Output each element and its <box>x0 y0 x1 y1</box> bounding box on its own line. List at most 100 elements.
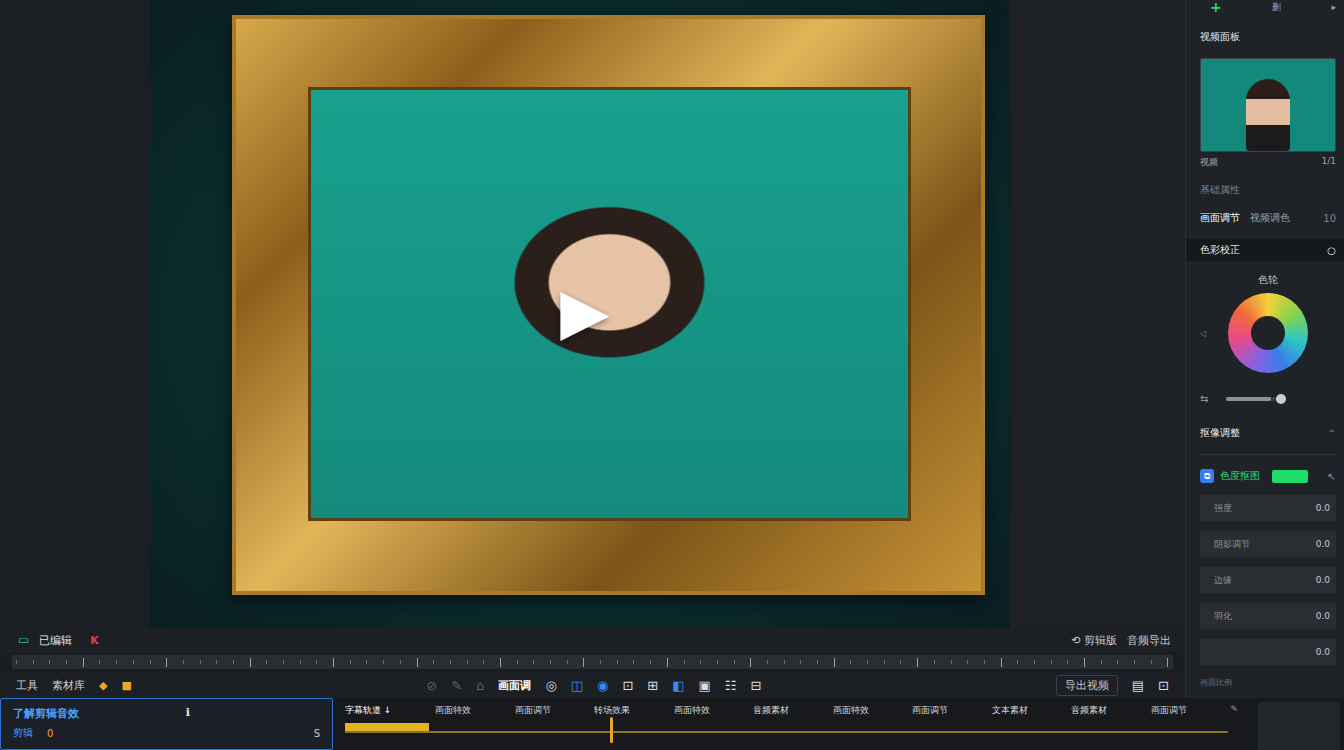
clip-label[interactable]: 画面特效 <box>833 704 869 717</box>
toolbar-tab[interactable]: 工具 <box>16 678 38 693</box>
video-preview[interactable]: ▶ <box>150 0 1010 628</box>
tool-icon[interactable]: ☷ <box>725 678 737 693</box>
collapse-icon[interactable]: ⌃ <box>1328 428 1336 439</box>
adjust-tab[interactable]: 画面调 <box>498 678 531 693</box>
status-item[interactable]: ⟲ 剪辑版 <box>1071 633 1117 648</box>
track-info-panel[interactable]: 了解剪辑音效ℹ剪辑0S <box>0 698 333 750</box>
tool-icon[interactable]: ◆ <box>99 679 107 692</box>
tool-icon[interactable]: ▤ <box>1132 678 1144 693</box>
tool-icon[interactable]: ⊡ <box>1158 678 1169 693</box>
value-field[interactable]: 阴影调节0.0 <box>1200 531 1336 557</box>
ruler-tick <box>567 660 568 664</box>
ruler-tick <box>583 658 584 667</box>
chroma-section-header[interactable]: 抠像调整⌃ <box>1186 422 1344 444</box>
tool-icon[interactable]: ✎ <box>451 678 462 693</box>
ruler-tick <box>333 658 334 667</box>
tool-icon[interactable]: ▣ <box>698 678 710 693</box>
info-icon[interactable]: ℹ <box>186 706 190 721</box>
chroma-key-row[interactable]: ⧉色度抠图↖ <box>1200 469 1336 483</box>
ruler-tick <box>900 660 901 664</box>
playhead[interactable] <box>610 717 613 743</box>
expand-button[interactable]: ▸ <box>1331 2 1336 12</box>
ruler-tick <box>917 658 918 667</box>
value-field[interactable]: 羽化0.0 <box>1200 603 1336 629</box>
keyframe-tag[interactable]: K <box>90 634 99 647</box>
clip-label[interactable]: 画面特效 <box>435 704 471 717</box>
tool-icon[interactable]: ◉ <box>597 678 608 693</box>
toolbar: 工具素材库 ◆ ■ ⊘ ✎ ⌂ 画面调 ◎ ◫ ◉ ⊡ ⊞ ◧ ▣ ☷ ⊟ 导出视频 ▤ ⊡ <box>0 672 1185 698</box>
audio-clip[interactable] <box>345 723 429 731</box>
divider <box>1200 454 1336 455</box>
export-button[interactable]: 导出视频 <box>1056 675 1118 696</box>
tool-icon[interactable]: ⊡ <box>622 678 633 693</box>
ruler-tick <box>483 660 484 664</box>
tool-icon[interactable]: ⌂ <box>476 678 484 693</box>
inspector-tab[interactable]: 视频调色 <box>1250 211 1290 225</box>
toolbar-tab[interactable]: 素材库 <box>52 678 85 693</box>
value-field[interactable]: 0.0 <box>1200 639 1336 665</box>
tool-icon[interactable]: ◫ <box>571 678 583 693</box>
edit-icon[interactable]: ✎ <box>1230 704 1238 717</box>
ruler-tick <box>1151 660 1152 664</box>
ruler-tick <box>116 660 117 664</box>
tool-icon[interactable]: ⊞ <box>647 678 658 693</box>
right-gutter <box>1010 0 1185 628</box>
delete-button[interactable]: 删 <box>1272 1 1281 14</box>
clip-label[interactable]: 文本素材 <box>992 704 1028 717</box>
add-button[interactable]: + <box>1210 0 1222 15</box>
chroma-checkbox-icon[interactable]: ⧉ <box>1200 469 1214 483</box>
ruler-tick <box>817 660 818 664</box>
tool-icon[interactable]: ⊘ <box>426 678 437 693</box>
prev-icon[interactable]: ◁ <box>1200 329 1228 338</box>
ruler-tick <box>1051 660 1052 664</box>
clip-label[interactable]: 画面调节 <box>515 704 551 717</box>
clip-label[interactable]: 音频素材 <box>753 704 789 717</box>
edit-icon: ▭ <box>18 633 29 647</box>
ruler-tick <box>66 660 67 664</box>
slider-knob[interactable] <box>1276 394 1286 404</box>
swap-icon[interactable]: ⇆ <box>1200 393 1208 404</box>
toggle-icon[interactable]: ○ <box>1327 245 1336 256</box>
inspector-tab[interactable]: 画面调节 <box>1200 211 1240 225</box>
ruler-tick <box>33 660 34 664</box>
video-editor: ▶▭已编辑K⟲ 剪辑版音频导出工具素材库◆■⊘✎⌂画面调◎◫◉⊡⊞◧▣☷⊟导出视… <box>0 0 1344 750</box>
tool-icon[interactable]: ⊟ <box>750 678 761 693</box>
ruler-tick <box>1034 660 1035 664</box>
ruler-tick <box>83 658 84 667</box>
ruler-tick <box>200 660 201 664</box>
panel-title: 了解剪辑音效 <box>13 706 79 721</box>
tool-icon[interactable]: ◧ <box>672 678 684 693</box>
picker-icon[interactable]: ↖ <box>1328 471 1336 482</box>
ruler-tick <box>1067 660 1068 664</box>
ruler-tick <box>784 660 785 664</box>
clip-thumbnail[interactable] <box>1200 58 1336 152</box>
ruler-tick <box>517 660 518 664</box>
color-section-header[interactable]: 色彩校正○ <box>1186 239 1344 261</box>
value-field[interactable]: 边缘0.0 <box>1200 567 1336 593</box>
track-badge[interactable]: S <box>314 728 320 739</box>
status-item[interactable]: 音频导出 <box>1127 633 1171 648</box>
clip-label[interactable]: 画面特效 <box>674 704 710 717</box>
key-color-swatch[interactable] <box>1272 470 1308 483</box>
clip-label[interactable]: 转场效果 <box>594 704 630 717</box>
clip-label[interactable]: 画面调节 <box>912 704 948 717</box>
value-field[interactable]: 强度0.0 <box>1200 495 1336 521</box>
ruler-tick <box>650 660 651 664</box>
ruler-tick <box>417 658 418 667</box>
ruler-tick <box>250 658 251 667</box>
clip-label[interactable]: 音频素材 <box>1071 704 1107 717</box>
ruler-tick <box>834 658 835 667</box>
time-ruler[interactable] <box>12 655 1173 669</box>
ruler-tick <box>283 660 284 664</box>
ruler-tick <box>49 660 50 664</box>
track-area[interactable]: 字幕轨道 ↓画面特效画面调节转场效果画面特效音频素材画面特效画面调节文本素材音频… <box>333 698 1248 750</box>
tool-icon[interactable]: ◎ <box>545 678 556 693</box>
ruler-tick <box>467 660 468 664</box>
clip-label[interactable]: 画面调节 <box>1151 704 1187 717</box>
intensity-slider[interactable] <box>1226 397 1286 401</box>
play-button[interactable]: ▶ <box>560 279 609 343</box>
clip-track[interactable] <box>345 723 1228 733</box>
ruler-tick <box>767 660 768 664</box>
color-wheel[interactable] <box>1228 293 1308 373</box>
tool-icon[interactable]: ■ <box>121 679 131 692</box>
